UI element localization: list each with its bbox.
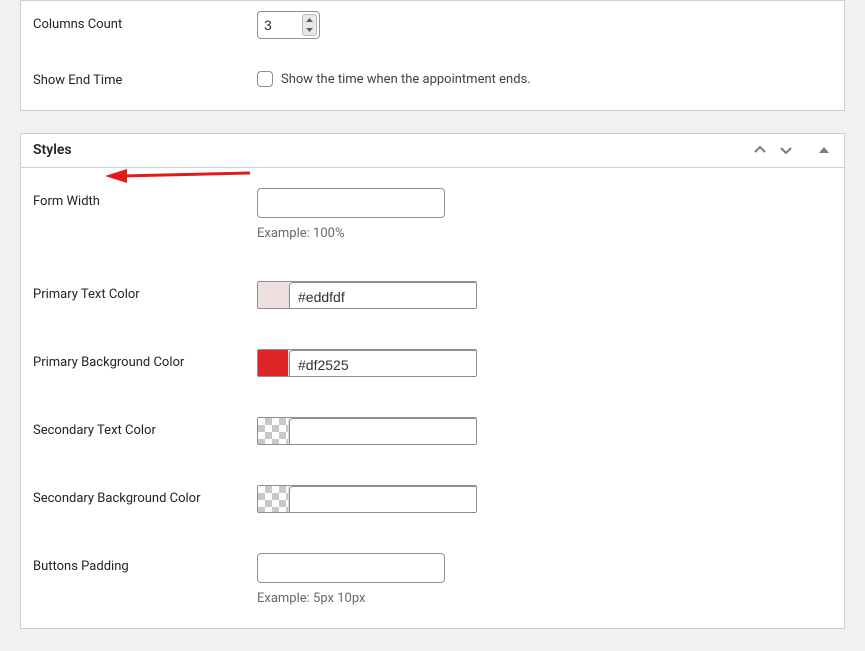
secondary-background-color-control: [257, 485, 477, 513]
row-buttons-padding: Buttons Padding Example: 5px 10px: [33, 553, 832, 606]
primary-background-color-field: [257, 349, 832, 377]
show-end-time-field: Show the time when the appointment ends.: [257, 67, 832, 87]
show-end-time-label: Show End Time: [33, 67, 257, 88]
primary-text-color-control: [257, 281, 477, 309]
spinner-up-icon[interactable]: [303, 15, 316, 25]
secondary-background-color-swatch[interactable]: [258, 486, 289, 512]
move-up-icon[interactable]: [752, 142, 768, 158]
show-end-time-checkbox[interactable]: [257, 71, 273, 87]
styles-panel-body: Form Width Example: 100% Primary Text Co…: [21, 168, 844, 628]
primary-text-color-swatch[interactable]: [258, 282, 289, 308]
primary-text-color-input[interactable]: [289, 282, 477, 309]
columns-count-field: [257, 11, 832, 39]
secondary-background-color-label: Secondary Background Color: [33, 485, 257, 506]
row-primary-background-color: Primary Background Color: [33, 349, 832, 377]
primary-background-color-control: [257, 349, 477, 377]
secondary-text-color-field: [257, 417, 832, 445]
row-secondary-text-color: Secondary Text Color: [33, 417, 832, 445]
secondary-background-color-field: [257, 485, 832, 513]
primary-background-color-input[interactable]: [289, 350, 477, 377]
buttons-padding-field: Example: 5px 10px: [257, 553, 832, 606]
secondary-text-color-input[interactable]: [289, 418, 477, 445]
primary-background-color-label: Primary Background Color: [33, 349, 257, 370]
show-end-time-checkbox-label: Show the time when the appointment ends.: [281, 72, 531, 87]
columns-count-label: Columns Count: [33, 11, 257, 32]
columns-count-input[interactable]: [258, 13, 298, 37]
general-settings-panel: Columns Count Show End Time: [20, 0, 845, 111]
primary-text-color-field: [257, 281, 832, 309]
buttons-padding-input[interactable]: [257, 553, 445, 583]
styles-panel: Styles Form Width Example: 100%: [20, 133, 845, 629]
buttons-padding-hint: Example: 5px 10px: [257, 591, 832, 606]
primary-text-color-label: Primary Text Color: [33, 281, 257, 302]
styles-panel-controls: [752, 142, 832, 158]
columns-count-spinner[interactable]: [302, 14, 317, 36]
secondary-text-color-label: Secondary Text Color: [33, 417, 257, 438]
secondary-text-color-swatch[interactable]: [258, 418, 289, 444]
form-width-label: Form Width: [33, 188, 257, 209]
primary-background-color-swatch[interactable]: [258, 350, 289, 376]
form-width-field: Example: 100%: [257, 188, 832, 241]
row-form-width: Form Width Example: 100%: [33, 188, 832, 241]
row-columns-count: Columns Count: [33, 11, 832, 39]
row-show-end-time: Show End Time Show the time when the app…: [33, 67, 832, 88]
move-down-icon[interactable]: [778, 142, 794, 158]
form-width-hint: Example: 100%: [257, 226, 832, 241]
spinner-down-icon[interactable]: [303, 25, 316, 35]
buttons-padding-label: Buttons Padding: [33, 553, 257, 574]
secondary-text-color-control: [257, 417, 477, 445]
form-width-input[interactable]: [257, 188, 445, 218]
columns-count-stepper[interactable]: [257, 11, 320, 39]
row-secondary-background-color: Secondary Background Color: [33, 485, 832, 513]
styles-panel-title: Styles: [33, 142, 72, 158]
secondary-background-color-input[interactable]: [289, 486, 477, 513]
collapse-icon[interactable]: [816, 142, 832, 158]
styles-panel-header: Styles: [21, 134, 844, 168]
row-primary-text-color: Primary Text Color: [33, 281, 832, 309]
